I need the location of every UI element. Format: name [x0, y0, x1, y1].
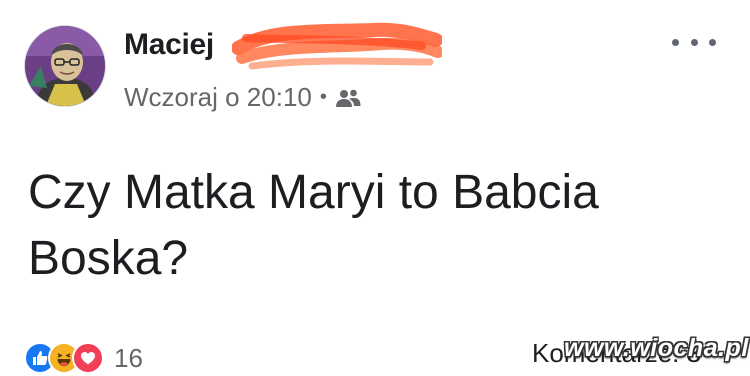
author-name[interactable]: Maciej: [124, 28, 214, 62]
redaction-scribble: [232, 22, 442, 70]
love-reaction-icon: [72, 342, 104, 374]
avatar-portrait-icon: [25, 26, 105, 106]
more-dot-icon: [709, 38, 716, 46]
post-text: Czy Matka Maryi to Babcia Boska?: [28, 166, 599, 285]
more-dot-icon: [672, 38, 679, 46]
meta-separator: •: [319, 86, 327, 108]
reactions-summary[interactable]: 16: [24, 340, 143, 376]
reaction-count: 16: [114, 342, 143, 373]
facebook-post: Maciej Wczoraj o 20:10 • Czy Matka Maryi…: [0, 0, 750, 376]
more-options-button[interactable]: [672, 26, 716, 58]
post-meta: Wczoraj o 20:10 •: [124, 82, 361, 113]
site-watermark: www.wiocha.pl: [564, 334, 749, 362]
more-dot-icon: [690, 38, 698, 46]
post-timestamp[interactable]: Wczoraj o 20:10: [124, 82, 312, 113]
author-avatar[interactable]: [24, 25, 106, 107]
friends-icon[interactable]: [335, 88, 361, 108]
